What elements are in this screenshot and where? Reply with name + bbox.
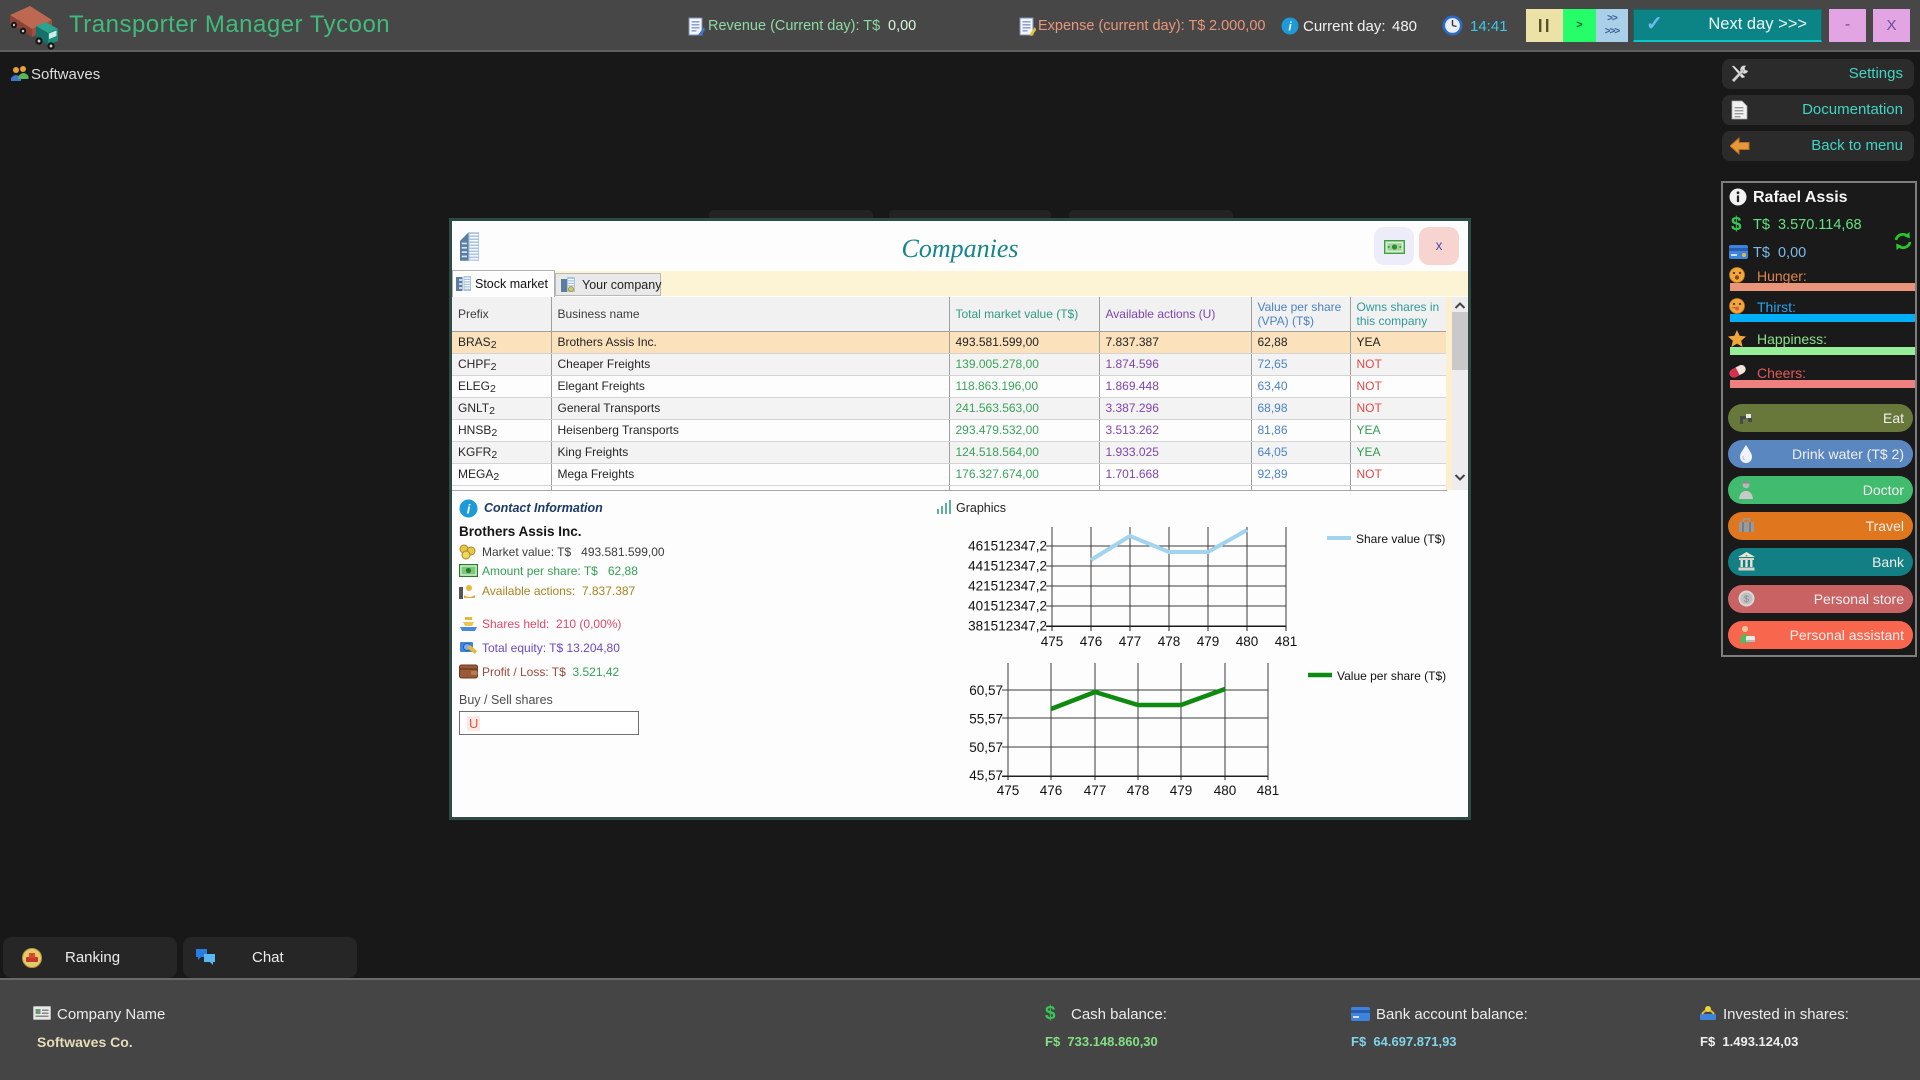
svg-text:475: 475 xyxy=(997,783,1020,798)
svg-text:55,57: 55,57 xyxy=(969,712,1003,727)
svg-text:50,57: 50,57 xyxy=(969,740,1003,755)
svg-text:481: 481 xyxy=(1257,783,1280,798)
svg-text:477: 477 xyxy=(1119,634,1142,649)
svg-text:i: i xyxy=(467,502,471,517)
svg-text:Value per share (T$): Value per share (T$) xyxy=(1337,669,1446,683)
svg-text:476: 476 xyxy=(1080,634,1103,649)
svg-text:421512347,2: 421512347,2 xyxy=(968,579,1047,594)
svg-text:60,57: 60,57 xyxy=(969,683,1003,698)
svg-text:479: 479 xyxy=(1197,634,1220,649)
svg-text:401512347,2: 401512347,2 xyxy=(968,599,1047,614)
svg-text:481: 481 xyxy=(1275,634,1298,649)
svg-text:45,57: 45,57 xyxy=(969,768,1003,783)
svg-text:475: 475 xyxy=(1041,634,1064,649)
svg-text:476: 476 xyxy=(1040,783,1063,798)
svg-text:480: 480 xyxy=(1214,783,1237,798)
svg-text:478: 478 xyxy=(1158,634,1181,649)
svg-text:381512347,2: 381512347,2 xyxy=(968,619,1047,634)
svg-text:Share value (T$): Share value (T$) xyxy=(1356,532,1445,546)
svg-text:441512347,2: 441512347,2 xyxy=(968,559,1047,574)
svg-text:461512347,2: 461512347,2 xyxy=(968,539,1047,554)
svg-text:$: $ xyxy=(1744,594,1749,604)
svg-text:477: 477 xyxy=(1084,783,1107,798)
svg-text:479: 479 xyxy=(1170,783,1193,798)
svg-text:480: 480 xyxy=(1236,634,1259,649)
svg-text:478: 478 xyxy=(1127,783,1150,798)
